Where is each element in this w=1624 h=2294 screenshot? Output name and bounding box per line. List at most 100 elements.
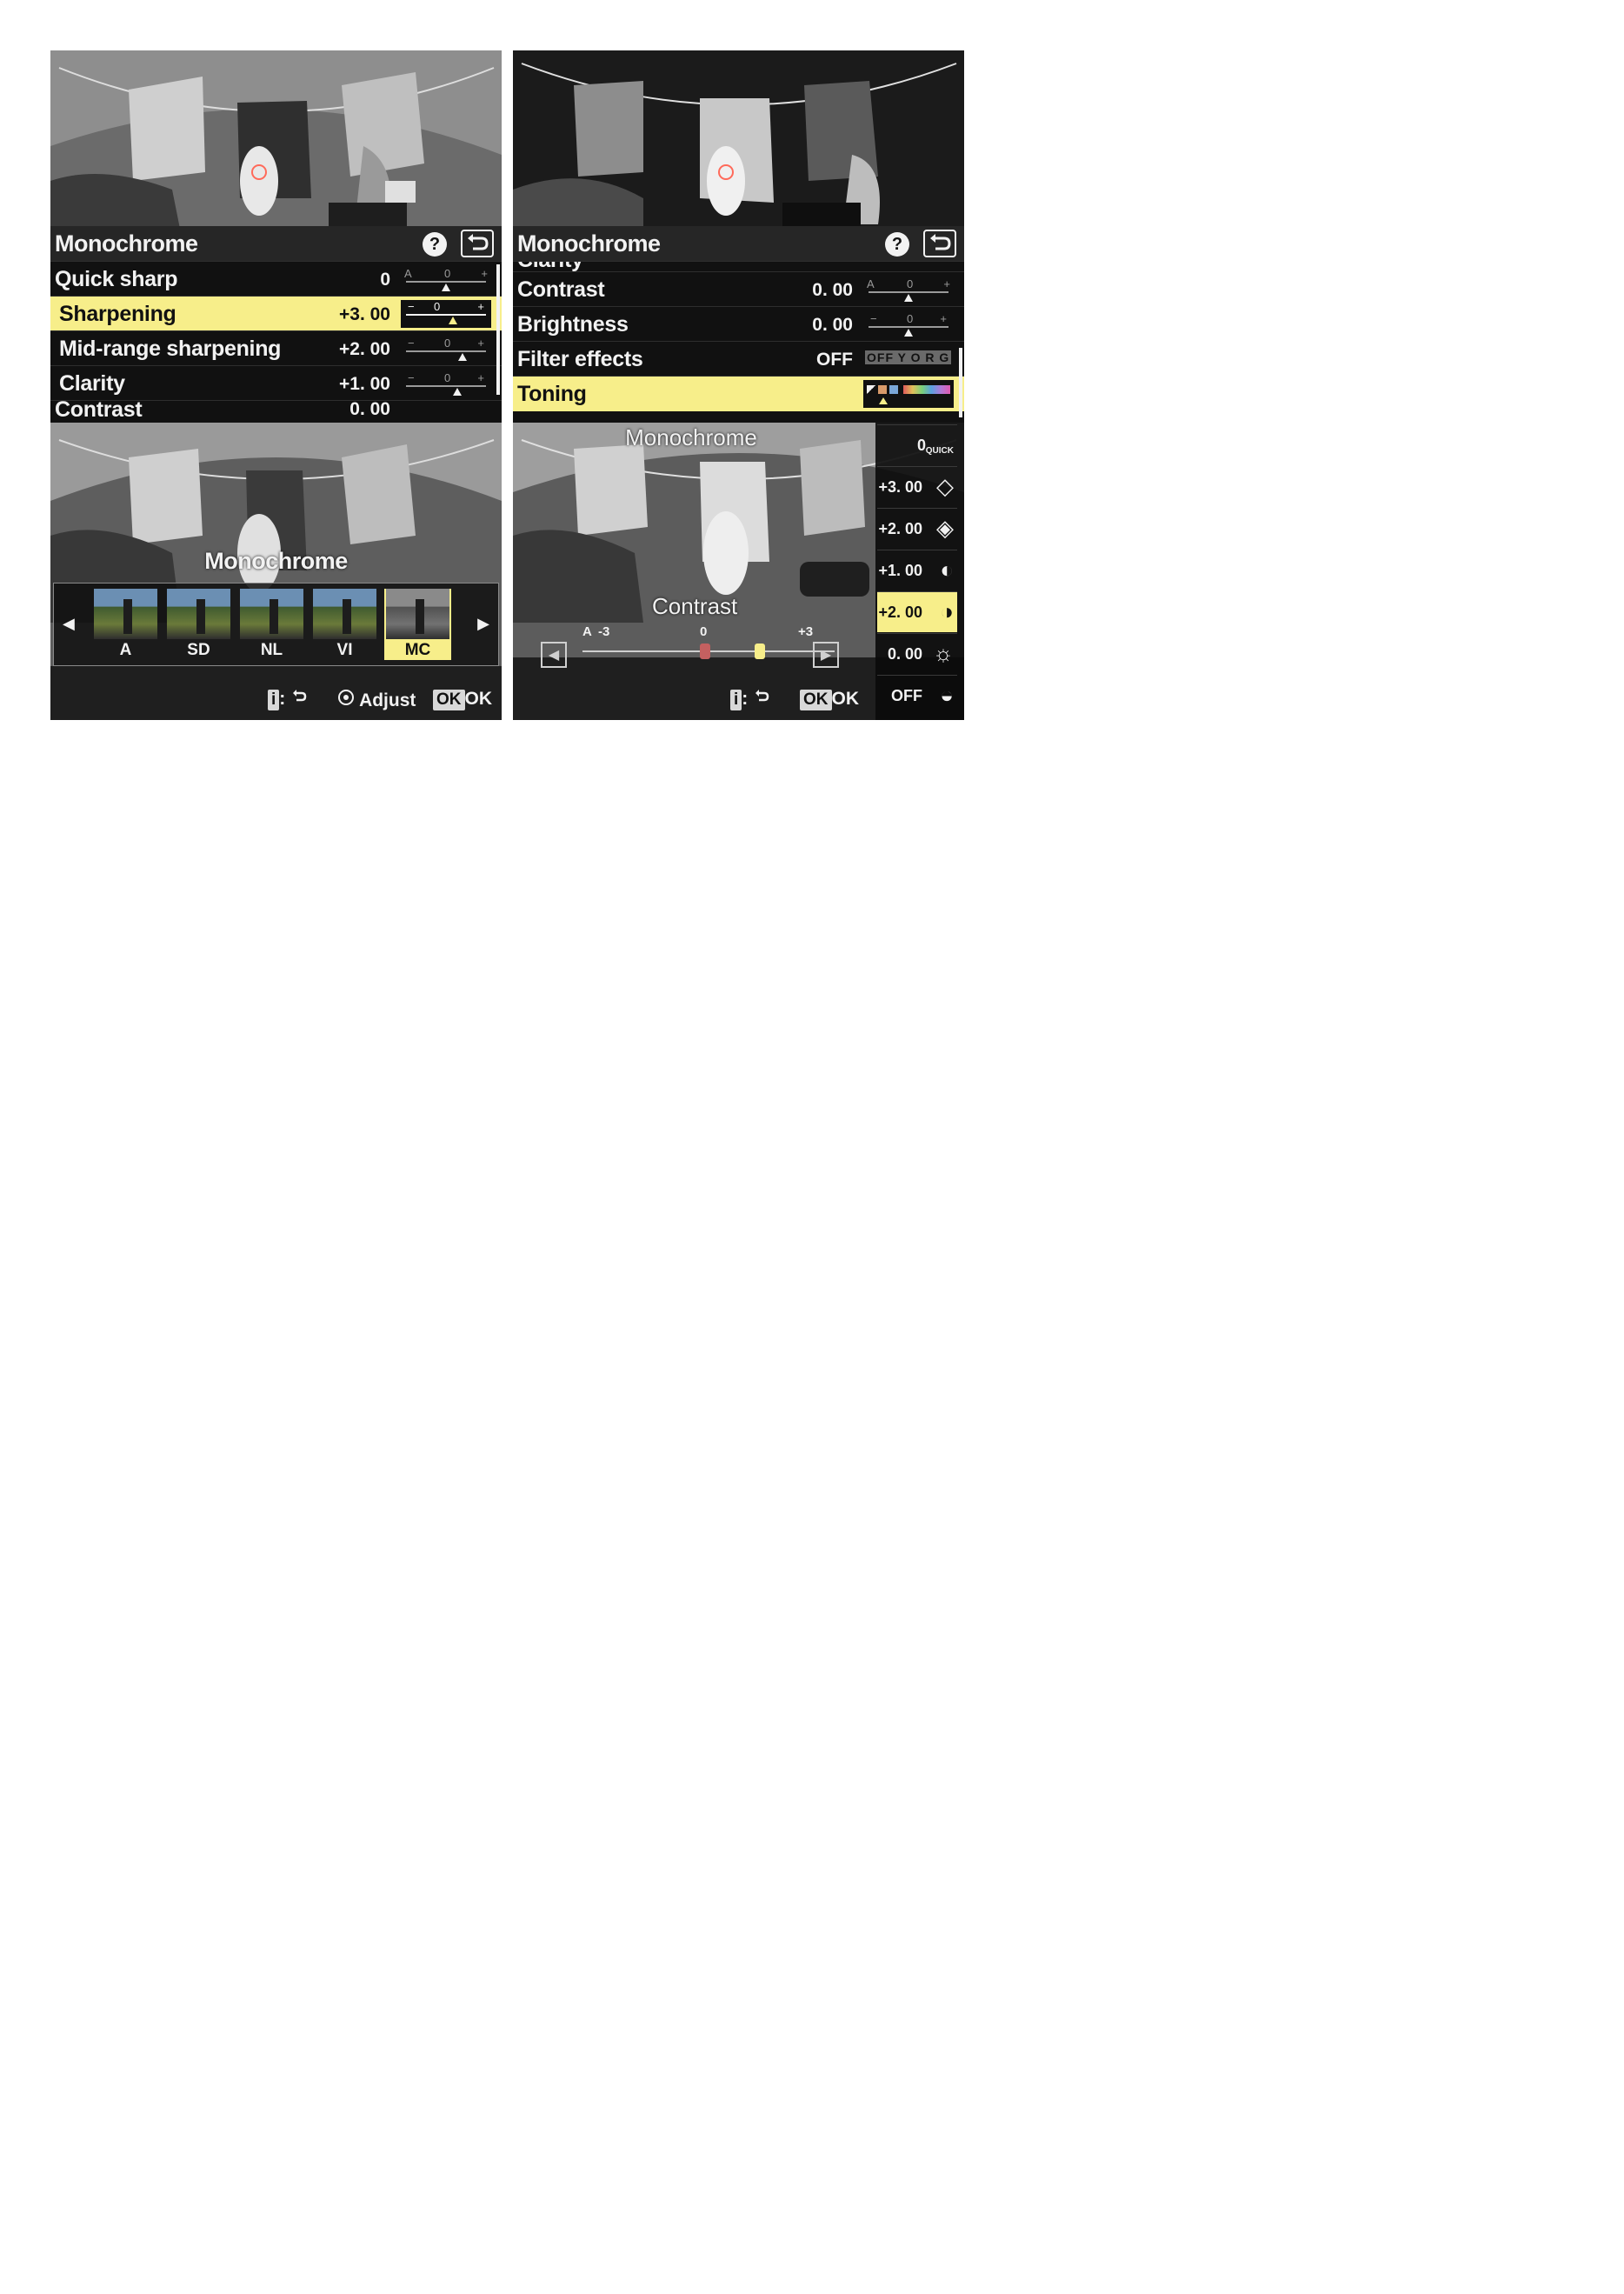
scrollbar[interactable]: [959, 348, 962, 417]
menu-row-quick-sharp[interactable]: Quick sharp 0 A 0 +: [50, 261, 502, 297]
decrease-button[interactable]: ◀: [541, 642, 567, 668]
contrast-slider: A 0 +: [863, 277, 954, 302]
panel-picture-control-picker: Monochrome ◀ A SD NL VI MC ▶ i: Adjust O…: [50, 423, 502, 720]
scroll-left-icon[interactable]: ◀: [63, 615, 75, 633]
brightness-slider: −0 +: [863, 312, 954, 337]
mid-range-slider: −0 +: [401, 337, 491, 361]
row-label: Filter effects: [517, 347, 643, 371]
quick-adjust-title: Monochrome: [625, 424, 757, 450]
menu-row-contrast[interactable]: Contrast 0. 00: [50, 397, 502, 423]
scale-max: +3: [798, 624, 814, 639]
item-code: MC: [404, 641, 431, 659]
menu-row-contrast[interactable]: Contrast 0. 00 A 0 +: [513, 271, 964, 307]
menu-row-clarity[interactable]: Clarity +1. 00 −0 +: [50, 365, 502, 401]
side-contrast[interactable]: +2. 00 ◑: [877, 591, 957, 632]
quick-sharp-slider: A 0 +: [401, 267, 491, 291]
panel-menu-sharpening: Monochrome ? Quick sharp 0 A 0 + Sharpenin…: [50, 50, 502, 423]
scale-mid: 0: [700, 624, 708, 639]
picture-control-a[interactable]: A: [92, 589, 159, 660]
row-label: Mid-range sharpening: [59, 337, 282, 361]
row-label: Contrast: [55, 397, 143, 422]
scale-auto: A: [582, 624, 592, 639]
side-sharpening[interactable]: +3. 00 ◇: [877, 466, 957, 507]
contrast-scale[interactable]: A -3 0 +3: [582, 624, 835, 666]
side-clarity[interactable]: +1. 00 ◐: [877, 550, 957, 590]
picture-control-mc[interactable]: MC: [384, 589, 451, 660]
sharpening-icon: ◇: [936, 473, 954, 499]
settings-menu: Monochrome ? Quick sharp 0 A 0 + Sharpenin…: [50, 226, 502, 423]
help-icon[interactable]: ?: [885, 232, 909, 257]
back-arrow-icon[interactable]: [461, 230, 494, 257]
side-value: 0: [916, 437, 926, 454]
picture-control-vi[interactable]: VI: [311, 589, 378, 660]
menu-row-filter-effects[interactable]: Filter effects OFF OFF Y O R G: [513, 341, 964, 377]
hint-ok: OK OK: [800, 689, 859, 711]
hint-adjust: Adjust: [337, 689, 416, 711]
parameter-sidebar: 0 QUICK +3. 00 ◇ +2. 00 ◈ +1. 00 ◐ +2. 0…: [875, 423, 964, 720]
ok-key-icon: OK: [800, 690, 832, 710]
scroll-right-icon[interactable]: ▶: [477, 615, 489, 633]
row-value: +2. 00: [339, 339, 390, 359]
clarity-slider: −0 +: [401, 371, 491, 396]
picture-control-strip: ◀ A SD NL VI MC ▶: [53, 583, 499, 666]
side-value: OFF: [891, 687, 922, 704]
thumbnail: [313, 589, 376, 639]
parameter-label: Contrast: [652, 593, 738, 619]
row-value: +3. 00: [339, 304, 390, 324]
row-label: Contrast: [517, 277, 605, 302]
item-code: VI: [336, 641, 353, 659]
side-value: 0. 00: [887, 645, 922, 663]
sharpening-slider: −0 +: [401, 300, 491, 328]
menu-row-mid-range-sharpening[interactable]: Mid-range sharpening +2. 00 −0 +: [50, 330, 502, 366]
menu-row-sharpening[interactable]: Sharpening +3. 00 −0 +: [50, 296, 502, 331]
row-value: 0: [380, 270, 390, 290]
hint-back: i:: [268, 689, 308, 711]
panel-quick-adjust: Monochrome 0 QUICK +3. 00 ◇ +2. 00 ◈ +1.…: [513, 423, 964, 720]
settings-menu: Monochrome ? Clarity Contrast 0. 00 A0+ …: [513, 226, 964, 423]
row-label: Clarity: [59, 371, 125, 396]
brightness-icon: ☼: [933, 640, 954, 666]
row-label: Brightness: [517, 312, 629, 337]
info-key-icon: i: [268, 690, 280, 710]
thumbnail: [167, 589, 230, 639]
row-value: 0. 00: [812, 315, 853, 335]
menu-row-brightness[interactable]: Brightness 0. 00 −0 +: [513, 306, 964, 342]
side-brightness[interactable]: 0. 00 ☼: [877, 633, 957, 674]
side-value: +2. 00: [878, 604, 922, 621]
back-arrow-icon: [755, 690, 769, 702]
item-code: SD: [187, 641, 210, 659]
item-code: NL: [260, 641, 283, 659]
mid-range-sharpening-icon: ◈: [936, 515, 954, 541]
panel-menu-toning: Monochrome ? Clarity Contrast 0. 00 A0+ …: [513, 50, 964, 423]
scrollbar[interactable]: [496, 264, 500, 395]
thumbnail: [94, 589, 157, 639]
picture-control-nl[interactable]: NL: [238, 589, 305, 660]
ok-key-icon: OK: [433, 690, 465, 710]
picture-control-sd[interactable]: SD: [165, 589, 232, 660]
row-label: Quick sharp: [55, 267, 178, 291]
thumbnail: [240, 589, 303, 639]
side-mid-range-sharpening[interactable]: +2. 00 ◈: [877, 508, 957, 549]
side-value: +2. 00: [878, 520, 922, 537]
row-label: Toning: [517, 382, 587, 406]
back-arrow-icon[interactable]: [923, 230, 956, 257]
current-marker: [755, 644, 765, 659]
row-value: OFF: [816, 350, 853, 370]
side-quick-sharp[interactable]: 0 QUICK: [877, 424, 957, 465]
scale-min: -3: [598, 624, 610, 639]
info-key-icon: i: [730, 690, 742, 710]
filter-options: OFF Y O R G: [865, 350, 952, 364]
picker-title: Monochrome: [204, 548, 348, 574]
command-dial-icon: [338, 690, 354, 705]
help-icon[interactable]: ?: [423, 232, 447, 257]
menu-header: Monochrome ?: [513, 226, 964, 261]
side-filter-effects[interactable]: OFF ◒: [877, 675, 957, 716]
menu-header: Monochrome ?: [50, 226, 502, 261]
contrast-icon: ◑: [940, 598, 954, 624]
side-value: +3. 00: [878, 478, 922, 496]
menu-row-toning[interactable]: Toning: [513, 376, 964, 411]
row-value: 0. 00: [812, 280, 853, 300]
increase-button[interactable]: ▶: [813, 642, 839, 668]
thumbnail: [386, 589, 449, 639]
toning-swatches: [863, 380, 954, 408]
